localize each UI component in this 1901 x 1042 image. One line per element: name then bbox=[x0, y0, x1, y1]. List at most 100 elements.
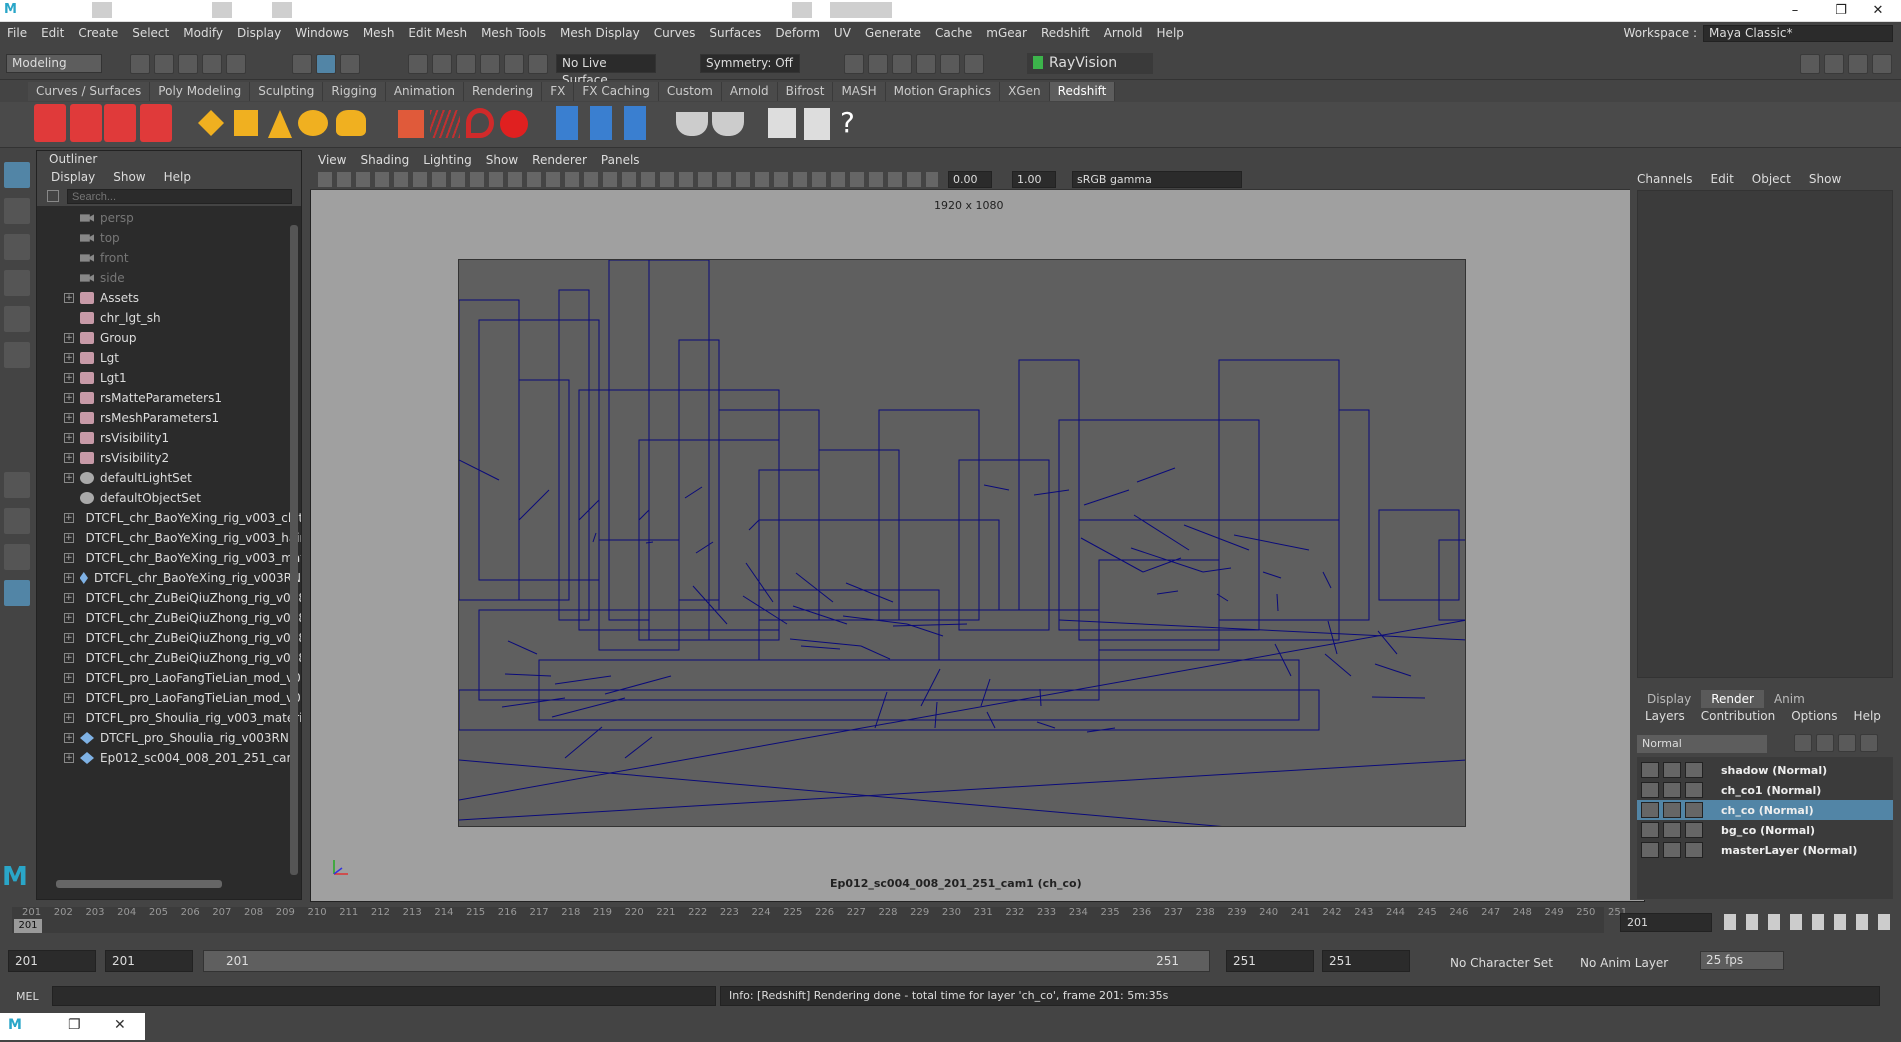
shelf-tab-sculpting[interactable]: Sculpting bbox=[250, 82, 324, 101]
layer-move-down-icon[interactable] bbox=[1816, 734, 1834, 752]
character-set-dropdown[interactable]: No Character Set bbox=[1450, 956, 1553, 970]
outliner-item[interactable]: + DTCFL_chr_BaoYeXing_rig_v003_mater bbox=[37, 548, 301, 568]
menu-edit[interactable]: Edit bbox=[34, 26, 71, 40]
color-space-dropdown[interactable]: sRGB gamma bbox=[1072, 171, 1242, 188]
render-layer-row[interactable]: ch_co (Normal) bbox=[1637, 800, 1893, 820]
outliner-item[interactable]: top bbox=[37, 228, 301, 248]
outliner-item[interactable]: + defaultLightSet bbox=[37, 468, 301, 488]
render-toggle-icon[interactable] bbox=[1641, 842, 1659, 858]
expand-icon[interactable]: + bbox=[64, 373, 74, 383]
two-view-layout-icon[interactable] bbox=[4, 544, 30, 570]
outliner-menu-display[interactable]: Display bbox=[51, 167, 95, 187]
render-layer-row[interactable]: shadow (Normal) bbox=[1637, 760, 1893, 780]
viewport-menu-show[interactable]: Show bbox=[486, 150, 518, 170]
anim-end-field[interactable]: 251 bbox=[1322, 950, 1410, 972]
outliner-item[interactable]: + DTCFL_pro_Shoulia_rig_v003_materia bbox=[37, 708, 301, 728]
render-settings-icon[interactable] bbox=[916, 54, 936, 74]
menu-windows[interactable]: Windows bbox=[288, 26, 356, 40]
snap-point-icon[interactable] bbox=[456, 54, 476, 74]
render-toggle-icon[interactable] bbox=[1641, 762, 1659, 778]
expand-icon[interactable]: + bbox=[64, 693, 74, 703]
expand-icon[interactable]: + bbox=[64, 753, 74, 763]
menu-generate[interactable]: Generate bbox=[858, 26, 928, 40]
render-layer-row[interactable]: masterLayer (Normal) bbox=[1637, 840, 1893, 860]
outliner-item[interactable]: + DTCFL_chr_ZuBeiQiuZhong_rig_v008_ bbox=[37, 628, 301, 648]
menu-select[interactable]: Select bbox=[125, 26, 176, 40]
redshift-render-icon[interactable] bbox=[70, 104, 102, 142]
rotate-tool-icon[interactable] bbox=[4, 306, 30, 332]
paint-select-icon[interactable] bbox=[4, 234, 30, 260]
single-layout-icon[interactable] bbox=[4, 472, 30, 498]
outliner-item[interactable]: + DTCFL_pro_LaoFangTieLian_mod_v00 bbox=[37, 668, 301, 688]
redshift-sphere-icon[interactable] bbox=[500, 110, 528, 138]
anim-start-field[interactable]: 201 bbox=[105, 950, 193, 972]
layer-menu-layers[interactable]: Layers bbox=[1645, 709, 1685, 723]
mel-input[interactable] bbox=[52, 986, 716, 1006]
expand-icon[interactable]: + bbox=[64, 333, 74, 343]
visibility-toggle-icon[interactable] bbox=[1663, 822, 1681, 838]
outliner-item[interactable]: + rsMeshParameters1 bbox=[37, 408, 301, 428]
select-hierarchy-icon[interactable] bbox=[292, 54, 312, 74]
layer-settings-icon[interactable] bbox=[1685, 842, 1703, 858]
outliner-item[interactable]: + Ep012_sc004_008_201_251_cam bbox=[37, 748, 301, 768]
visibility-toggle-icon[interactable] bbox=[1663, 782, 1681, 798]
visibility-toggle-icon[interactable] bbox=[1663, 762, 1681, 778]
outliner-item[interactable]: + DTCFL_chr_BaoYeXing_rig_v003RN bbox=[37, 568, 301, 588]
expand-icon[interactable]: + bbox=[64, 573, 74, 583]
snap-grid-icon[interactable] bbox=[408, 54, 428, 74]
select-tool-icon[interactable] bbox=[4, 162, 30, 188]
channel-menu-object[interactable]: Object bbox=[1752, 172, 1791, 186]
outliner-item[interactable]: + rsVisibility2 bbox=[37, 448, 301, 468]
pr-export-icon[interactable] bbox=[624, 106, 646, 140]
shelf-tab-xgen[interactable]: XGen bbox=[1000, 82, 1050, 101]
layer-move-up-icon[interactable] bbox=[1794, 734, 1812, 752]
current-frame-field[interactable]: 201 bbox=[1620, 913, 1712, 932]
redshift-dome-light-icon[interactable] bbox=[336, 110, 366, 136]
hypershade-icon[interactable] bbox=[940, 54, 960, 74]
layer-menu-help[interactable]: Help bbox=[1854, 709, 1881, 723]
four-view-layout-icon[interactable] bbox=[4, 508, 30, 534]
shelf-tab-poly-modeling[interactable]: Poly Modeling bbox=[150, 82, 251, 101]
bowl-icon[interactable] bbox=[676, 112, 708, 136]
shelf-tab-fx[interactable]: FX bbox=[542, 82, 575, 101]
taskbar-close-icon[interactable]: ✕ bbox=[114, 1017, 126, 1033]
outliner-item[interactable]: + rsMatteParameters1 bbox=[37, 388, 301, 408]
playback-controls[interactable] bbox=[1724, 914, 1894, 930]
minimize-button[interactable]: – bbox=[1772, 0, 1818, 22]
expand-icon[interactable]: + bbox=[64, 413, 74, 423]
redshift-portal-light-icon[interactable] bbox=[234, 110, 258, 136]
expand-icon[interactable]: + bbox=[64, 553, 74, 563]
outliner-search-input[interactable] bbox=[67, 189, 292, 204]
menu-file[interactable]: File bbox=[0, 26, 34, 40]
attribute-editor-icon[interactable] bbox=[1824, 54, 1844, 74]
menu-help[interactable]: Help bbox=[1150, 26, 1191, 40]
expand-icon[interactable]: + bbox=[64, 533, 74, 543]
outliner-horizontal-scrollbar[interactable] bbox=[56, 880, 222, 888]
shelf-tab-arnold[interactable]: Arnold bbox=[721, 82, 778, 101]
viewport-menu-lighting[interactable]: Lighting bbox=[423, 150, 472, 170]
menu-edit-mesh[interactable]: Edit Mesh bbox=[401, 26, 474, 40]
workspace-dropdown[interactable]: Maya Classic* bbox=[1703, 24, 1893, 42]
live-surface-field[interactable]: No Live Surface bbox=[556, 54, 656, 87]
outliner-vertical-scrollbar[interactable] bbox=[290, 225, 298, 875]
script-editor-icon[interactable] bbox=[768, 108, 796, 138]
redshift-proxy-icon[interactable] bbox=[398, 110, 424, 138]
shelf-tab-curves-surfaces[interactable]: Curves / Surfaces bbox=[28, 82, 151, 101]
viewport-toolbar-icons[interactable] bbox=[318, 172, 938, 187]
outliner-item[interactable]: + DTCFL_pro_LaoFangTieLian_mod_v00 bbox=[37, 688, 301, 708]
outliner-layout-icon[interactable] bbox=[4, 580, 30, 606]
menu-mesh[interactable]: Mesh bbox=[356, 26, 402, 40]
layer-settings-icon[interactable] bbox=[1685, 822, 1703, 838]
channel-menu-channels[interactable]: Channels bbox=[1637, 172, 1693, 186]
outliner-item[interactable]: side bbox=[37, 268, 301, 288]
expand-icon[interactable]: + bbox=[64, 613, 74, 623]
render-toggle-icon[interactable] bbox=[1641, 822, 1659, 838]
layer-settings-icon[interactable] bbox=[1685, 762, 1703, 778]
snap-surface-icon[interactable] bbox=[504, 54, 524, 74]
expand-icon[interactable]: + bbox=[64, 733, 74, 743]
select-component-icon[interactable] bbox=[340, 54, 360, 74]
channel-menu-edit[interactable]: Edit bbox=[1711, 172, 1734, 186]
expand-icon[interactable]: + bbox=[64, 353, 74, 363]
layer-menu-contribution[interactable]: Contribution bbox=[1701, 709, 1776, 723]
outliner-menu-show[interactable]: Show bbox=[113, 167, 145, 187]
